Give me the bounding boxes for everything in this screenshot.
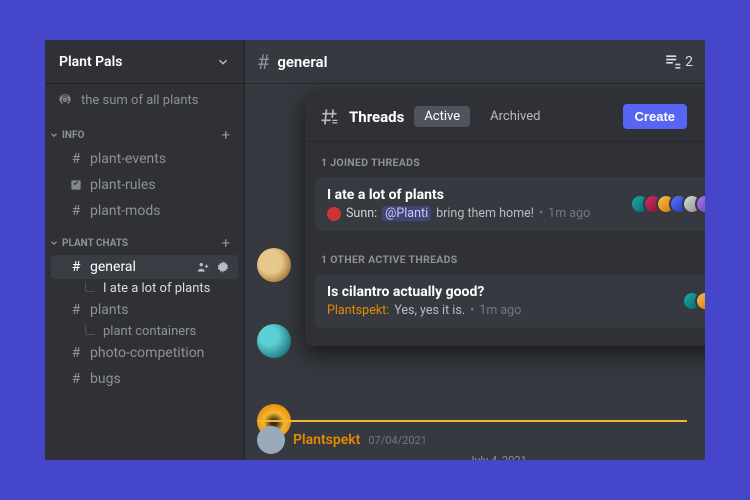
category-label: INFO [62,130,84,141]
thread-card-joined[interactable]: I ate a lot of plants Sunn: @Planti brin… [315,177,705,231]
threads-icon[interactable]: 2 [662,52,693,72]
channel-label: plant-mods [90,203,230,219]
channel-plant-rules[interactable]: plant-rules [51,173,238,197]
avatar[interactable] [257,248,291,282]
invite-icon[interactable] [196,260,210,274]
channel-sidebar: Plant Pals the sum of all plants INFO + … [45,40,245,460]
hash-icon: # [69,259,83,275]
chevron-down-icon [49,130,59,140]
app-window: Plant Pals the sum of all plants INFO + … [45,40,705,460]
message-text: bring them home! [436,206,534,221]
channel-label: general [90,259,189,275]
close-icon[interactable] [697,106,705,128]
thread-card-other[interactable]: Is cilantro actually good? Plantspekt: Y… [315,274,705,328]
channel-label: plant-rules [90,177,230,193]
section-joined-label: 1 JOINED THREADS [305,142,705,177]
message-timestamp: 07/04/2021 [368,434,427,447]
message-author[interactable]: Plantspekt [293,432,360,448]
chevron-down-icon [49,238,59,248]
thread-branch-icon [85,325,95,335]
category-label: PLANT CHATS [62,238,128,249]
avatar[interactable] [257,426,285,454]
thread-timestamp: 1m ago [548,206,590,221]
add-channel-icon[interactable]: + [221,126,236,144]
gear-icon[interactable] [216,260,230,274]
tab-active[interactable]: Active [414,106,470,127]
hash-icon: # [69,302,83,318]
threads-popover: Threads Active Archived Create 1 JOINED … [305,92,705,346]
thread-last-message: Plantspekt: Yes, yes it is. • 1m ago [327,303,672,318]
channel-label: photo-competition [90,345,230,361]
separator-dot: • [470,303,474,318]
sender-name: Sunn: [346,206,377,221]
channel-plant-events[interactable]: # plant-events [51,147,238,171]
channel-bugs[interactable]: # bugs [51,367,238,391]
avatar[interactable] [257,324,291,358]
rules-icon [69,178,83,192]
separator-dot: • [539,206,543,221]
avatar [327,207,341,221]
hash-icon: # [69,345,83,361]
channel-label: bugs [90,371,230,387]
thread-last-message: Sunn: @Planti bring them home! • 1m ago [327,206,620,221]
hash-icon: # [69,371,83,387]
popover-header: Threads Active Archived Create [305,92,705,142]
threads-icon [319,107,339,127]
date-divider: July 4, 2021 [300,454,695,460]
channel-photo-competition[interactable]: # photo-competition [51,341,238,365]
thread-label: plant containers [103,324,196,339]
category-header-plant-chats[interactable]: PLANT CHATS + [45,224,244,254]
thread-title: I ate a lot of plants [327,187,620,203]
hash-icon: # [257,50,269,74]
channel-title: general [277,53,654,71]
add-channel-icon[interactable]: + [221,234,236,252]
thread-label: I ate a lot of plants [103,281,210,296]
voice-status-row[interactable]: the sum of all plants [45,84,244,116]
broadcast-icon [57,92,73,108]
channel-general[interactable]: # general [51,255,238,279]
sender-name: Plantspekt: [327,303,389,318]
create-thread-button[interactable]: Create [623,104,687,129]
thread-branch-icon [85,282,95,292]
tab-archived[interactable]: Archived [480,106,550,127]
category-header-info[interactable]: INFO + [45,116,244,146]
chevron-down-icon [216,55,230,69]
message-row[interactable]: Plantspekt 07/04/2021 [257,420,687,454]
server-header[interactable]: Plant Pals [45,40,244,84]
channel-label: plant-events [90,151,230,167]
notif-count: 2 [685,54,693,70]
sidebar-thread-item[interactable]: I ate a lot of plants [51,281,238,296]
channel-plant-mods[interactable]: # plant-mods [51,199,238,223]
channel-label: plants [90,302,230,318]
thread-members [682,291,705,311]
thread-title: Is cilantro actually good? [327,284,672,300]
hash-icon: # [69,203,83,219]
channel-header: # general 2 [245,40,705,84]
voice-status-text: the sum of all plants [81,93,198,108]
mention[interactable]: @Planti [382,206,431,221]
thread-members [630,194,705,214]
hash-icon: # [69,151,83,167]
popover-title: Threads [349,108,404,126]
message-text: Yes, yes it is. [394,303,465,318]
thread-timestamp: 1m ago [479,303,521,318]
sidebar-thread-item[interactable]: plant containers [51,324,238,339]
channel-plants[interactable]: # plants [51,298,238,322]
section-other-label: 1 OTHER ACTIVE THREADS [305,239,705,274]
server-name: Plant Pals [59,54,122,70]
